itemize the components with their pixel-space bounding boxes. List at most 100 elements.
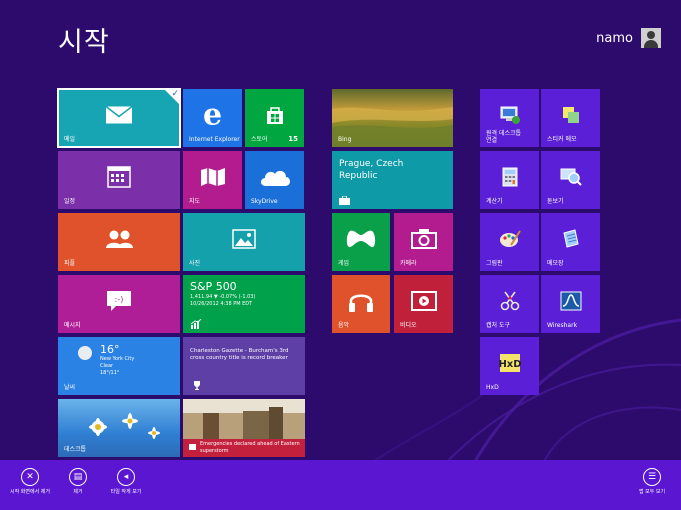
picture-icon — [232, 228, 256, 249]
travel-title: Prague, Czech Republic — [339, 159, 404, 181]
tile-bing[interactable]: Bing — [332, 89, 453, 147]
tile-magnifier[interactable]: 돋보기 — [541, 151, 600, 209]
avatar — [641, 28, 661, 48]
camera-icon — [410, 228, 437, 249]
all-apps-label: 앱 모두 보기 — [638, 489, 666, 495]
tile-calendar[interactable]: 일정 — [58, 151, 180, 209]
tile-label: 스티커 메모 — [547, 136, 577, 143]
tile-label: 메시지 — [64, 322, 81, 329]
tile-notepad[interactable]: 메모장 — [541, 213, 600, 271]
unpin-from-start-button[interactable]: ✕ 시작 화면에서 제거 — [8, 468, 52, 495]
tile-label: 데스크톱 — [64, 446, 87, 453]
wireshark-icon — [560, 291, 581, 311]
tile-skydrive[interactable]: SkyDrive — [245, 151, 304, 209]
smaller-tile-button[interactable]: ◂ 타일 작게 보기 — [104, 468, 148, 495]
all-apps-button[interactable]: ☰ 앱 모두 보기 — [630, 468, 674, 495]
tile-remote-desktop[interactable]: 원격 데스크톱 연결 — [480, 89, 539, 147]
tile-label: 사진 — [189, 260, 201, 267]
tile-label: 피플 — [64, 260, 76, 267]
video-player-icon — [410, 290, 437, 311]
tile-hxd[interactable]: HxD HxD — [480, 337, 539, 395]
tile-news[interactable]: Emergencies declared ahead of Eastern su… — [183, 399, 305, 457]
chart-icon — [190, 319, 202, 329]
tile-label: HxD — [486, 384, 499, 391]
tile-label: 지도 — [189, 198, 201, 205]
tile-sticky-notes[interactable]: 스티커 메모 — [541, 89, 600, 147]
headphones-icon — [349, 294, 373, 312]
sticky-notes-icon — [562, 106, 579, 123]
xbox-controller-icon — [346, 230, 376, 247]
tile-wireshark[interactable]: Wireshark — [541, 275, 600, 333]
unpin-icon: ✕ — [21, 468, 39, 486]
tile-label: SkyDrive — [251, 198, 278, 205]
tile-store[interactable]: 스토어 15 — [245, 89, 304, 147]
tile-weather[interactable]: 16° New York City Clear 18°/11° 날씨 — [58, 337, 180, 395]
tile-internet-explorer[interactable]: e Internet Explorer — [183, 89, 242, 147]
tile-label: 카메라 — [400, 260, 417, 267]
finance-date: 10/26/2012 4:38 PM EDT — [190, 301, 253, 307]
svg-text:HxD: HxD — [499, 359, 521, 370]
tile-sports[interactable]: Charleston Gazette - Burcham's 3rd cross… — [183, 337, 305, 395]
resize-icon: ◂ — [117, 468, 135, 486]
weather-city: New York City — [100, 356, 135, 362]
tile-messaging[interactable]: :-) 메시지 — [58, 275, 180, 333]
sports-headline: Charleston Gazette - Burcham's 3rd cross… — [190, 348, 289, 361]
tile-label: 그림판 — [486, 260, 503, 267]
finance-title: S&P 500 — [190, 280, 237, 293]
ie-icon: e — [202, 97, 223, 133]
news-photo — [183, 399, 305, 439]
calendar-icon — [107, 165, 131, 188]
scissors-icon — [500, 291, 519, 310]
tile-label: 일정 — [64, 198, 76, 205]
uninstall-button[interactable]: ▤ 제거 — [56, 468, 100, 495]
tile-photos[interactable]: 사진 — [183, 213, 305, 271]
smaller-label: 타일 작게 보기 — [110, 489, 142, 495]
user-account[interactable]: namo — [596, 28, 661, 48]
trophy-icon — [194, 381, 200, 390]
tile-label: 계산기 — [486, 198, 503, 205]
tile-video[interactable]: 비디오 — [394, 275, 453, 333]
tile-label: 비디오 — [400, 322, 417, 329]
tile-maps[interactable]: 지도 — [183, 151, 242, 209]
people-icon — [106, 230, 133, 248]
tile-finance[interactable]: S&P 500 1,411.94 ▼ -0.07% (-1.03) 10/26/… — [183, 275, 305, 333]
tile-mail[interactable]: ✓ 메일 — [57, 88, 181, 148]
tile-snipping-tool[interactable]: 캡처 도구 — [480, 275, 539, 333]
map-icon — [200, 167, 225, 186]
tile-label: 날씨 — [64, 384, 76, 391]
tile-label: Wireshark — [547, 322, 578, 329]
app-bar: ✕ 시작 화면에서 제거 ▤ 제거 ◂ 타일 작게 보기 ☰ 앱 모두 보기 — [0, 460, 681, 510]
tile-desktop[interactable]: 데스크톱 — [58, 399, 180, 457]
cloud-icon — [260, 170, 290, 186]
remote-desktop-icon — [500, 106, 520, 124]
weather-temp: 16° — [100, 343, 120, 356]
tile-calculator[interactable]: 계산기 — [480, 151, 539, 209]
weather-cond: Clear — [100, 363, 114, 369]
tile-camera[interactable]: 카메라 — [394, 213, 453, 271]
tile-label: 메모장 — [547, 260, 564, 267]
weather-range: 18°/11° — [100, 370, 120, 376]
tile-label: Bing — [338, 136, 352, 143]
store-badge: 15 — [288, 135, 298, 143]
suitcase-icon — [339, 196, 350, 205]
tile-travel[interactable]: Prague, Czech Republic — [332, 151, 453, 209]
tile-label: 원격 데스크톱 연결 — [486, 130, 522, 144]
hxd-icon: HxD — [499, 353, 521, 372]
tile-label: 메일 — [64, 136, 76, 143]
tile-music[interactable]: 음악 — [332, 275, 390, 333]
user-name: namo — [596, 30, 633, 46]
tile-label: 캡처 도구 — [486, 322, 510, 329]
tile-games[interactable]: 게임 — [332, 213, 390, 271]
uninstall-label: 제거 — [73, 489, 83, 495]
unpin-label: 시작 화면에서 제거 — [10, 489, 50, 495]
calculator-icon — [502, 167, 517, 187]
newspaper-icon — [189, 444, 196, 450]
magnifier-icon — [560, 168, 582, 186]
tile-people[interactable]: 피플 — [58, 213, 180, 271]
trash-icon: ▤ — [69, 468, 87, 486]
tile-label: 돋보기 — [547, 198, 564, 205]
list-icon: ☰ — [643, 468, 661, 486]
tile-label: 게임 — [338, 260, 350, 267]
tile-paint[interactable]: 그림판 — [480, 213, 539, 271]
chat-bubble-icon: :-) — [107, 290, 131, 311]
